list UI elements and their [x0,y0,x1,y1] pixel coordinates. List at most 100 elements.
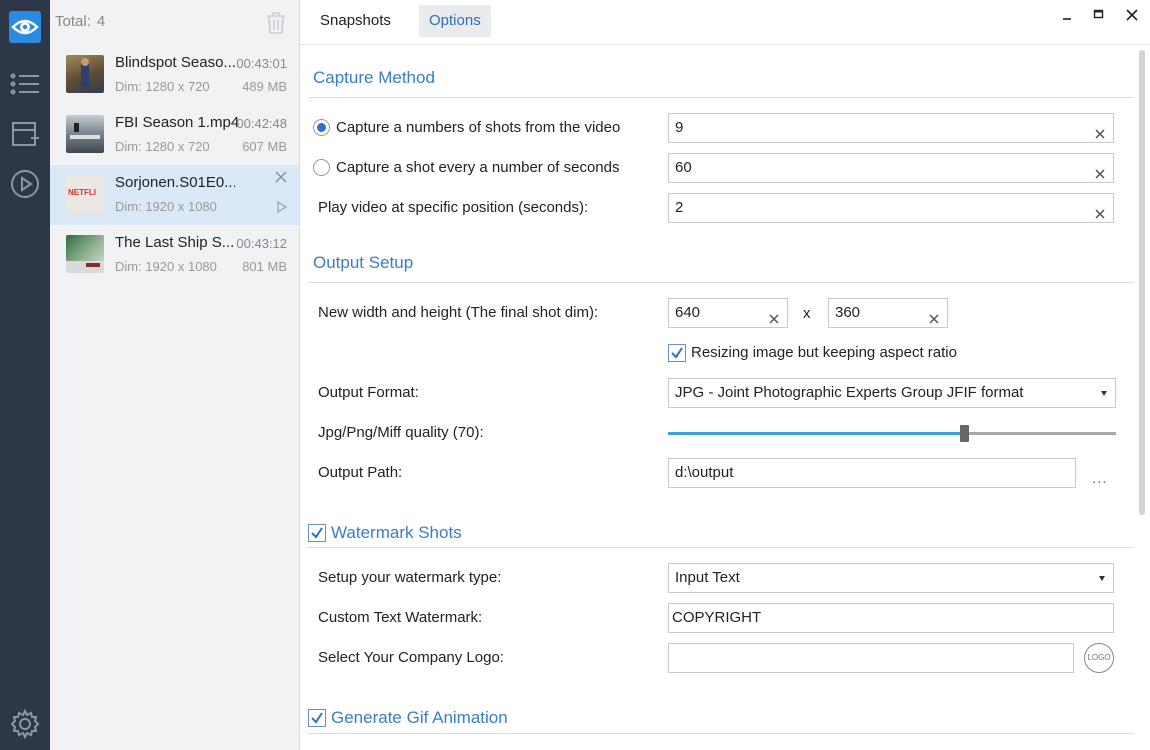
item-dimensions: Dim: 1280 x 720 [115,79,210,94]
video-thumbnail: NETFLI [66,175,104,213]
section-title-gif: Generate Gif Animation [331,708,508,727]
divider [308,547,1134,548]
watermark-text-value: COPYRIGHT [672,609,762,626]
gif-checkbox[interactable] [308,709,326,727]
height-value: 360 [835,304,861,321]
radio-seconds[interactable] [313,159,330,176]
quality-slider-thumb[interactable] [959,425,969,442]
item-dimensions: Dim: 1920 x 1080 [115,259,217,274]
play-circle-icon[interactable] [9,168,41,200]
chevron-down-icon [1101,391,1107,396]
clear-icon[interactable] [1094,202,1106,219]
divider [308,282,1134,283]
watermark-checkbox[interactable] [308,524,326,542]
tab-snapshots[interactable]: Snapshots [310,5,401,37]
item-duration: 00:42:48 [236,116,287,131]
output-path-input[interactable]: d:\output [668,458,1076,488]
maximize-icon[interactable] [1090,6,1108,24]
list-icon[interactable] [9,68,41,100]
output-path-value: d:\output [675,464,734,481]
quality-slider-fill [668,432,964,435]
logo-button[interactable]: LOGO [1084,643,1114,673]
dim-label: New width and height (The final shot dim… [318,304,599,321]
eye-logo-icon[interactable] [9,11,41,43]
shots-count-value: 9 [675,119,684,136]
item-duration: 00:43:12 [236,236,287,251]
total-label: Total: 4 [55,13,105,30]
section-title-watermark: Watermark Shots [331,523,462,542]
item-title: Blindspot Seaso... [115,54,235,71]
width-input[interactable]: 640 [668,298,788,328]
radio-shots[interactable] [313,119,330,136]
list-item[interactable]: FBI Season 1.mp4 00:42:48 Dim: 1280 x 72… [50,105,299,165]
quality-slider[interactable] [668,425,1116,442]
total-count: 4 [96,13,106,30]
format-label: Output Format: [318,384,419,401]
item-size: 607 MB [242,139,287,154]
quality-label: Jpg/Png/Miff quality (70): [318,424,484,441]
seconds-label: Capture a shot every a number of seconds [336,159,620,176]
watermark-text-input[interactable]: COPYRIGHT [668,603,1114,633]
clear-icon[interactable] [928,307,940,324]
total-text: Total: [55,13,91,30]
shots-label: Capture a numbers of shots from the vide… [336,119,621,136]
browse-button[interactable]: ... [1092,470,1108,487]
company-logo-input[interactable] [668,643,1074,673]
clear-icon[interactable] [768,307,780,324]
video-thumbnail [66,115,104,153]
item-size: 489 MB [242,79,287,94]
left-rail [0,0,50,750]
close-window-icon[interactable] [1123,6,1141,24]
seconds-interval-input[interactable]: 60 [668,153,1114,183]
watermark-text-label: Custom Text Watermark: [318,609,483,626]
item-title: Sorjonen.S01E0... [115,174,235,191]
item-size: 801 MB [242,259,287,274]
company-logo-label: Select Your Company Logo: [318,649,504,666]
video-thumbnail [66,235,104,273]
path-label: Output Path: [318,464,403,481]
section-title-output: Output Setup [313,253,414,272]
minimize-icon[interactable] [1058,6,1076,24]
output-format-value: JPG - Joint Photographic Experts Group J… [675,384,1024,401]
video-thumbnail [66,55,104,93]
clear-icon[interactable] [1094,162,1106,179]
main-panel: Snapshots Options Capture Method Capture… [300,0,1150,750]
tab-bar: Snapshots Options [300,0,1150,45]
output-format-select[interactable]: JPG - Joint Photographic Experts Group J… [668,378,1116,408]
divider [308,97,1134,98]
chevron-down-icon [1099,576,1105,581]
close-icon[interactable] [273,169,289,185]
item-duration: 00:43:01 [236,56,287,71]
divider [308,733,1134,734]
file-list-panel: Total: 4 Blindspot Seaso... 00:43:01 Dim:… [50,0,300,750]
seconds-interval-value: 60 [675,159,692,176]
height-input[interactable]: 360 [828,298,948,328]
clear-icon[interactable] [1094,122,1106,139]
tab-options[interactable]: Options [419,5,491,37]
item-dimensions: Dim: 1280 x 720 [115,139,210,154]
list-item[interactable]: Blindspot Seaso... 00:43:01 Dim: 1280 x … [50,45,299,105]
position-input[interactable]: 2 [668,193,1114,223]
section-title-capture: Capture Method [313,68,435,87]
width-value: 640 [675,304,701,321]
trash-icon[interactable] [265,11,287,35]
position-value: 2 [675,199,684,216]
add-media-icon[interactable] [9,119,41,151]
position-label: Play video at specific position (seconds… [318,199,589,216]
list-item-selected[interactable]: NETFLI Sorjonen.S01E0... Dim: 1920 x 108… [50,165,299,225]
watermark-type-label: Setup your watermark type: [318,569,502,586]
item-title: FBI Season 1.mp4 [115,114,240,131]
list-item[interactable]: The Last Ship S... 00:43:12 Dim: 1920 x … [50,225,299,285]
aspect-ratio-checkbox[interactable] [668,344,686,362]
thumbnail-text: NETFLI [68,188,96,197]
scrollbar[interactable] [1139,50,1145,515]
aspect-ratio-label: Resizing image but keeping aspect ratio [691,344,957,361]
play-icon[interactable] [277,200,288,214]
settings-icon[interactable] [9,708,41,740]
item-dimensions: Dim: 1920 x 1080 [115,199,217,214]
dim-separator: x [803,305,811,322]
item-title: The Last Ship S... [115,234,235,251]
watermark-type-select[interactable]: Input Text [668,563,1114,593]
shots-count-input[interactable]: 9 [668,113,1114,143]
watermark-type-value: Input Text [675,569,740,586]
